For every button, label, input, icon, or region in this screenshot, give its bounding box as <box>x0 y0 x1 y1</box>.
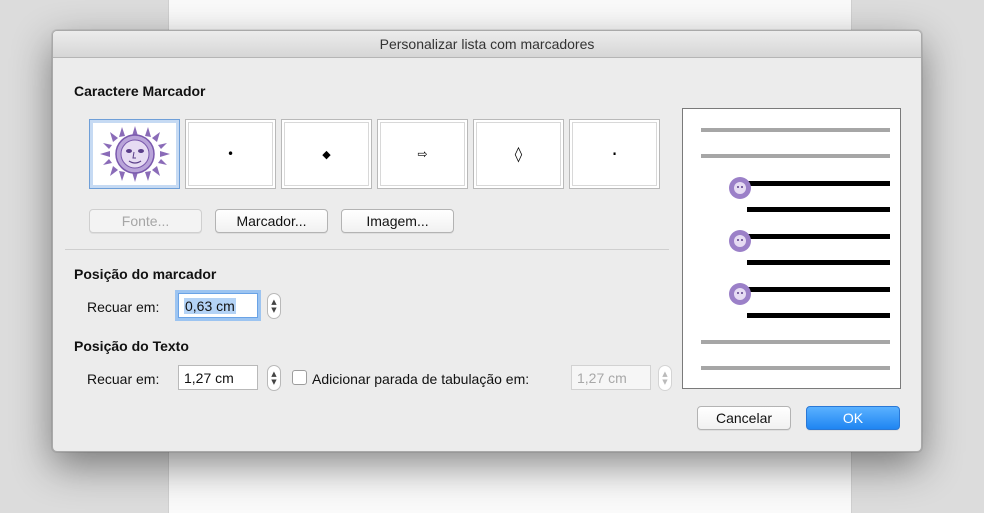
glyph-cell-sun[interactable] <box>89 119 180 189</box>
image-button[interactable]: Imagem... <box>341 209 454 233</box>
bullet-indent-label: Recuar em: <box>87 299 160 315</box>
text-position-title: Posição do Texto <box>74 338 189 354</box>
bullet-position-title: Posição do marcador <box>74 266 217 282</box>
text-indent-label: Recuar em: <box>87 371 160 387</box>
bullet-character-title: Caractere Marcador <box>74 83 206 99</box>
glyph-cell-diamond[interactable]: ◆ <box>281 119 372 189</box>
chevron-down-icon: ▼ <box>271 306 277 314</box>
glyph-cell-hollow-diamond[interactable]: ◊ <box>473 119 564 189</box>
tab-stop-value: 1,27 cm <box>577 369 627 386</box>
glyph-cell-dot[interactable]: • <box>185 119 276 189</box>
font-button[interactable]: Fonte... <box>89 209 202 233</box>
list-preview-graphic <box>701 128 890 370</box>
window-title: Personalizar lista com marcadores <box>53 31 921 58</box>
tab-stop-field[interactable]: 1,27 cm <box>571 365 651 390</box>
bullet-glyph-picker: • ◆ ⇨ ◊ · <box>89 119 660 189</box>
tab-stop-stepper[interactable]: ▲ ▼ <box>658 365 672 391</box>
bullet-indent-value: 0,63 cm <box>184 297 236 314</box>
bullet-indent-stepper[interactable]: ▲ ▼ <box>267 293 281 319</box>
tab-stop-label: Adicionar parada de tabulação em: <box>312 371 530 387</box>
arrow-bullet-icon: ⇨ <box>417 147 428 161</box>
tab-stop-checkbox[interactable] <box>292 370 307 385</box>
text-indent-stepper[interactable]: ▲ ▼ <box>267 365 281 391</box>
diamond-bullet-icon: ◆ <box>322 147 331 161</box>
small-dot-bullet-icon: · <box>611 142 618 166</box>
ok-button[interactable]: OK <box>806 406 900 430</box>
cancel-button[interactable]: Cancelar <box>697 406 791 430</box>
chevron-down-icon: ▼ <box>662 378 668 386</box>
section-divider <box>65 249 669 250</box>
bullet-button[interactable]: Marcador... <box>215 209 328 233</box>
bullet-indent-field[interactable]: 0,63 cm <box>178 293 258 318</box>
glyph-cell-small-dot[interactable]: · <box>569 119 660 189</box>
chevron-up-icon: ▲ <box>271 370 277 378</box>
chevron-up-icon: ▲ <box>271 298 277 306</box>
list-preview <box>682 108 901 389</box>
dot-bullet-icon: • <box>226 147 235 161</box>
sun-face-icon <box>99 126 170 182</box>
glyph-cell-arrow[interactable]: ⇨ <box>377 119 468 189</box>
preview-bullet-2 <box>729 230 890 265</box>
chevron-down-icon: ▼ <box>271 378 277 386</box>
text-indent-value: 1,27 cm <box>184 369 234 386</box>
preview-bullet-1 <box>729 177 890 212</box>
chevron-up-icon: ▲ <box>662 370 668 378</box>
customize-bullet-list-dialog: Personalizar lista com marcadores Caract… <box>52 30 922 452</box>
hollow-diamond-bullet-icon: ◊ <box>514 145 523 163</box>
text-indent-field[interactable]: 1,27 cm <box>178 365 258 390</box>
preview-bullet-3 <box>729 283 890 318</box>
